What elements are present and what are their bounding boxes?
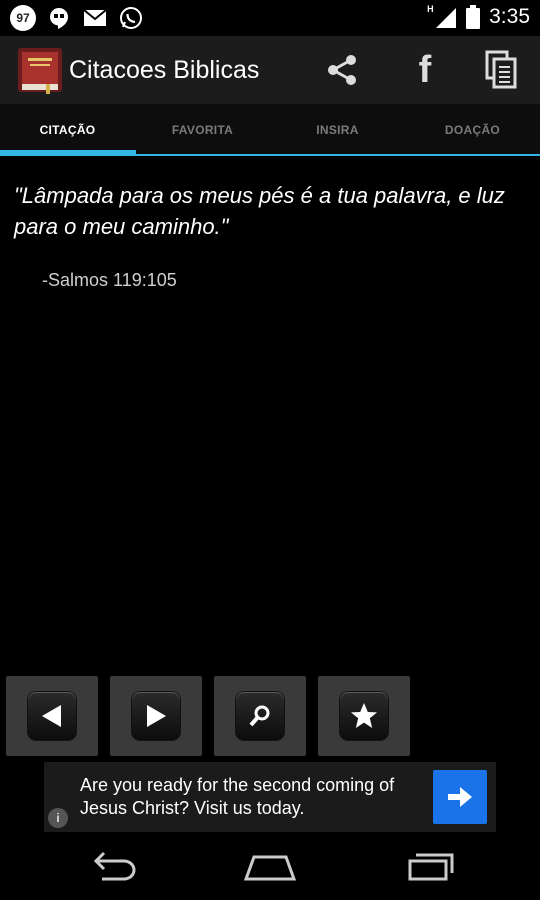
network-type-label: H <box>427 4 434 14</box>
hangouts-icon <box>46 5 72 31</box>
star-icon <box>351 703 377 728</box>
recents-button[interactable] <box>395 844 465 888</box>
tab-favorita[interactable]: FAVORITA <box>135 104 270 156</box>
tab-doacao[interactable]: DOAÇÃO <box>405 104 540 156</box>
ad-text[interactable]: Are you ready for the second coming of J… <box>80 774 420 820</box>
status-bar: 97 H 3:35 <box>0 0 540 36</box>
ad-open-button[interactable] <box>433 770 487 824</box>
system-icons: H 3:35 <box>427 4 530 30</box>
signal-icon: H <box>427 4 457 30</box>
triangle-right-icon <box>147 705 166 727</box>
tab-bar: CITAÇÃO FAVORITA INSIRA DOAÇÃO <box>0 104 540 156</box>
mail-icon <box>82 5 108 31</box>
share-button[interactable] <box>318 46 366 94</box>
triangle-left-icon <box>42 705 61 727</box>
favorite-button[interactable] <box>318 676 410 756</box>
home-button[interactable] <box>235 844 305 888</box>
previous-button[interactable] <box>6 676 98 756</box>
home-icon <box>243 855 297 881</box>
active-tab-indicator <box>0 150 136 156</box>
search-icon <box>249 705 270 727</box>
facebook-icon: f <box>418 48 432 91</box>
ad-banner[interactable]: Are you ready for the second coming of J… <box>44 762 496 832</box>
whatsapp-icon <box>118 5 144 31</box>
search-button[interactable] <box>214 676 306 756</box>
back-icon <box>93 851 136 881</box>
copy-icon <box>485 50 517 89</box>
action-bar: Citacoes Biblicas f <box>0 36 540 104</box>
quote-reference: -Salmos 119:105 <box>42 270 177 290</box>
tab-insira[interactable]: INSIRA <box>270 104 405 156</box>
bible-app-icon[interactable] <box>16 46 64 94</box>
back-button[interactable] <box>78 844 148 888</box>
navigation-bar <box>0 832 540 900</box>
facebook-button[interactable]: f <box>401 46 449 94</box>
notification-count-badge: 97 <box>10 5 36 31</box>
battery-icon <box>465 4 481 30</box>
quote-text: "Lâmpada para os meus pés é a tua palavr… <box>14 183 505 239</box>
arrow-right-icon <box>448 787 472 807</box>
clock: 3:35 <box>489 5 530 28</box>
next-button[interactable] <box>110 676 202 756</box>
app-title: Citacoes Biblicas <box>69 56 260 84</box>
recents-icon <box>408 853 454 881</box>
notification-icons: 97 <box>10 5 144 31</box>
tab-citacao[interactable]: CITAÇÃO <box>0 104 135 156</box>
copy-button[interactable] <box>477 46 525 94</box>
share-icon <box>328 55 356 85</box>
ad-info-icon[interactable]: i <box>48 808 68 828</box>
